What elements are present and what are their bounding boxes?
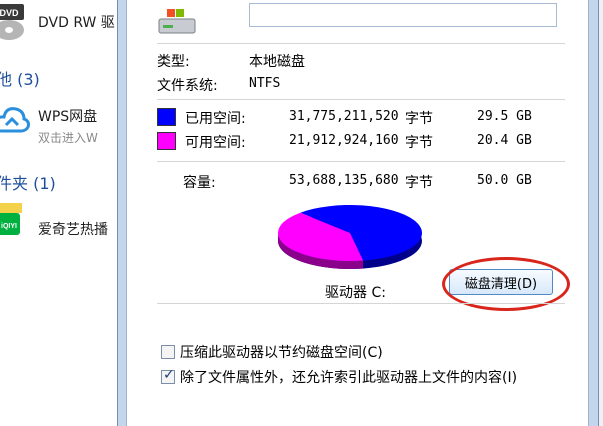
index-option-row[interactable]: 除了文件属性外，还允许索引此驱动器上文件的内容(I) xyxy=(161,367,517,387)
wps-cloud-subtitle: 双击进入W xyxy=(38,131,98,145)
divider-top xyxy=(157,43,565,44)
iqiyi-title: 爱奇艺热播 xyxy=(38,222,108,238)
free-space-label: 可用空间: xyxy=(185,135,246,151)
dvd-drive-item[interactable]: DVD RW 驱 xyxy=(38,12,115,32)
filesystem-value: NTFS xyxy=(249,76,281,91)
compress-label: 压缩此驱动器以节约磁盘空间(C) xyxy=(180,345,383,361)
type-value: 本地磁盘 xyxy=(249,54,305,70)
free-space-swatch xyxy=(157,132,176,150)
general-tab-panel: 类型: 本地磁盘 文件系统: NTFS 已用空间: 31,775,211,520… xyxy=(126,0,589,426)
group-header-other[interactable]: 他 (3) xyxy=(0,66,40,90)
free-space-unit: 字节 xyxy=(405,135,433,151)
explorer-left-panel: DVD DVD RW 驱 他 (3) WPS网盘 双击进入W 件夹 (1) iQ… xyxy=(0,0,128,426)
type-label: 类型: xyxy=(157,54,190,70)
iqiyi-icon-label: iQIYI xyxy=(1,223,17,230)
hard-drive-icon xyxy=(158,9,196,34)
disk-usage-pie-chart xyxy=(278,205,422,269)
iqiyi-item[interactable]: 爱奇艺热播 xyxy=(38,219,108,239)
wps-cloud-title: WPS网盘 xyxy=(38,109,98,125)
dvd-drive-icon: DVD xyxy=(0,4,24,40)
capacity-size: 50.0 GB xyxy=(477,173,532,188)
drive-letter-label: 驱动器 C: xyxy=(325,285,386,301)
compress-checkbox[interactable] xyxy=(161,345,175,359)
compress-option-row[interactable]: 压缩此驱动器以节约磁盘空间(C) xyxy=(161,342,383,362)
filesystem-label: 文件系统: xyxy=(157,78,218,94)
used-space-size: 29.5 GB xyxy=(477,109,532,124)
drive-name-input[interactable] xyxy=(249,3,557,27)
wps-cloud-icon xyxy=(0,107,30,133)
used-space-unit: 字节 xyxy=(405,111,433,127)
divider-mid xyxy=(157,99,565,100)
used-space-label: 已用空间: xyxy=(185,111,246,127)
window-edge xyxy=(599,0,603,426)
capacity-label: 容量: xyxy=(183,175,216,191)
capacity-unit: 字节 xyxy=(405,175,433,191)
divider-capacity xyxy=(157,161,565,162)
divider-bottom xyxy=(157,303,565,304)
iqiyi-icon: iQIYI xyxy=(0,203,22,235)
dvd-icon-label: DVD xyxy=(0,8,19,18)
dvd-drive-title: DVD RW 驱 xyxy=(38,15,115,31)
disk-cleanup-button[interactable]: 磁盘清理(D) xyxy=(449,269,553,295)
free-space-bytes: 21,912,924,160 xyxy=(289,133,399,148)
used-space-bytes: 31,775,211,520 xyxy=(289,109,399,124)
wps-cloud-item[interactable]: WPS网盘 双击进入W xyxy=(38,106,98,146)
index-label: 除了文件属性外，还允许索引此驱动器上文件的内容(I) xyxy=(180,370,518,386)
free-space-size: 20.4 GB xyxy=(477,133,532,148)
properties-dialog: 类型: 本地磁盘 文件系统: NTFS 已用空间: 31,775,211,520… xyxy=(117,0,599,426)
capacity-bytes: 53,688,135,680 xyxy=(289,173,399,188)
used-space-swatch xyxy=(157,108,176,126)
group-header-folders[interactable]: 件夹 (1) xyxy=(0,170,56,194)
index-checkbox[interactable] xyxy=(161,367,175,384)
